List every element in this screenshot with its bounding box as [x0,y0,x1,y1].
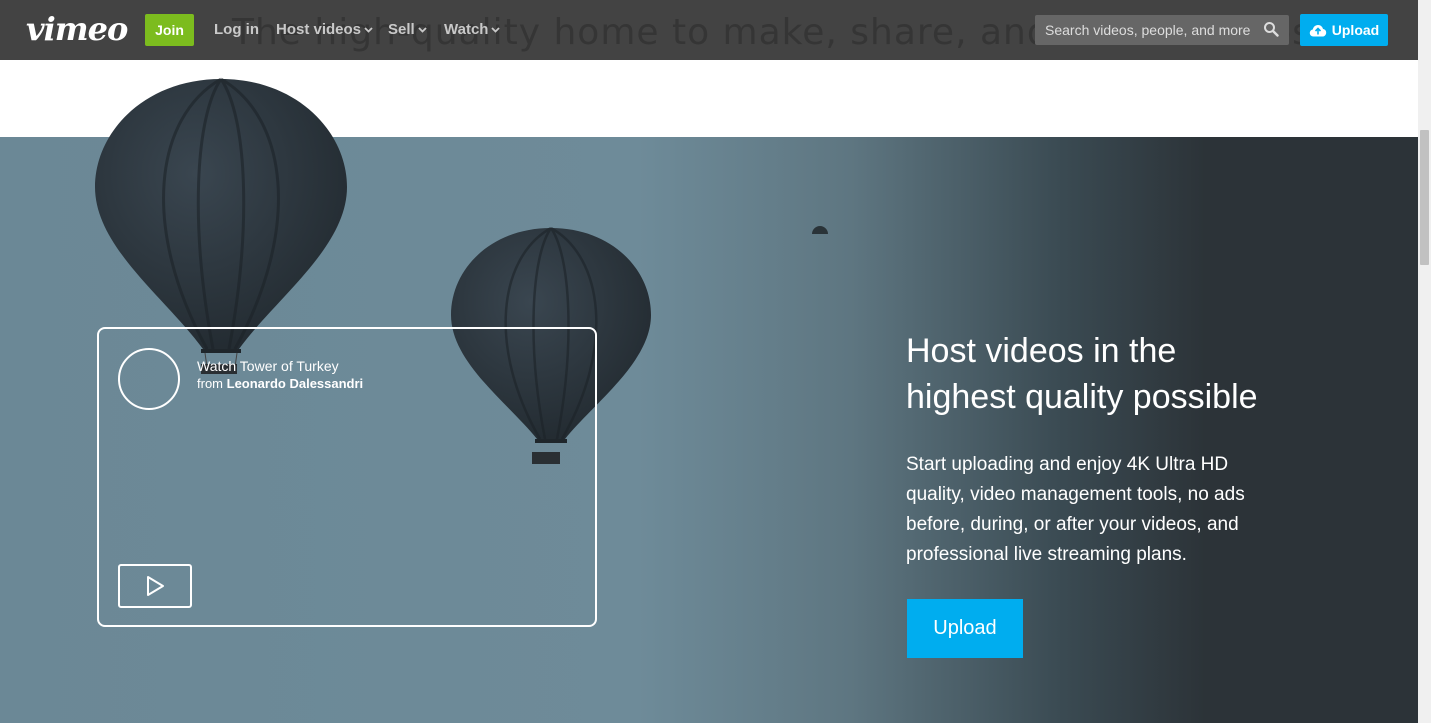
chevron-down-icon [418,26,427,33]
nav-host-videos[interactable]: Host videos [276,21,373,38]
search-box [1035,15,1289,45]
play-icon [147,576,164,596]
upload-cta-button[interactable]: Upload [907,599,1023,658]
video-card[interactable]: Watch Tower of Turkey from Leonardo Dale… [97,327,597,627]
scrollbar-thumb[interactable] [1420,130,1429,265]
upload-header-label: Upload [1331,22,1380,38]
top-navbar: The high-quality home to make, share, an… [0,0,1418,60]
video-from-prefix: from [197,376,223,391]
chevron-down-icon [491,26,501,33]
page-scrollbar[interactable] [1418,0,1431,723]
hero-headline-line2: highest quality possible [906,378,1258,416]
hero-headline-line1: Host videos in the [906,332,1177,370]
nav-sell[interactable]: Sell [388,21,427,38]
nav-watch[interactable]: Watch [444,21,501,38]
cloud-upload-icon [1309,24,1326,36]
video-author-link[interactable]: Leonardo Dalessandri [227,376,364,391]
search-input[interactable] [1035,15,1257,45]
video-author-line: from Leonardo Dalessandri [197,376,363,391]
avatar[interactable] [118,348,180,410]
search-icon[interactable] [1263,21,1279,37]
page: The high-quality home to make, share, an… [0,0,1431,723]
nav-sell-label: Sell [388,21,415,38]
vimeo-logo[interactable]: vimeo [26,10,128,48]
nav-host-videos-label: Host videos [276,21,362,38]
upload-header-button[interactable]: Upload [1300,14,1388,46]
hero-body: Start uploading and enjoy 4K Ultra HD qu… [906,454,1245,565]
nav-watch-label: Watch [444,21,489,38]
chevron-down-icon [364,26,373,33]
nav-login-label: Log in [214,21,259,38]
nav-login[interactable]: Log in [214,21,259,38]
video-title[interactable]: Watch Tower of Turkey [197,358,339,374]
hero-headline: Host videos in the highest quality possi… [906,328,1326,420]
play-button[interactable] [118,564,192,608]
join-button[interactable]: Join [145,14,194,46]
